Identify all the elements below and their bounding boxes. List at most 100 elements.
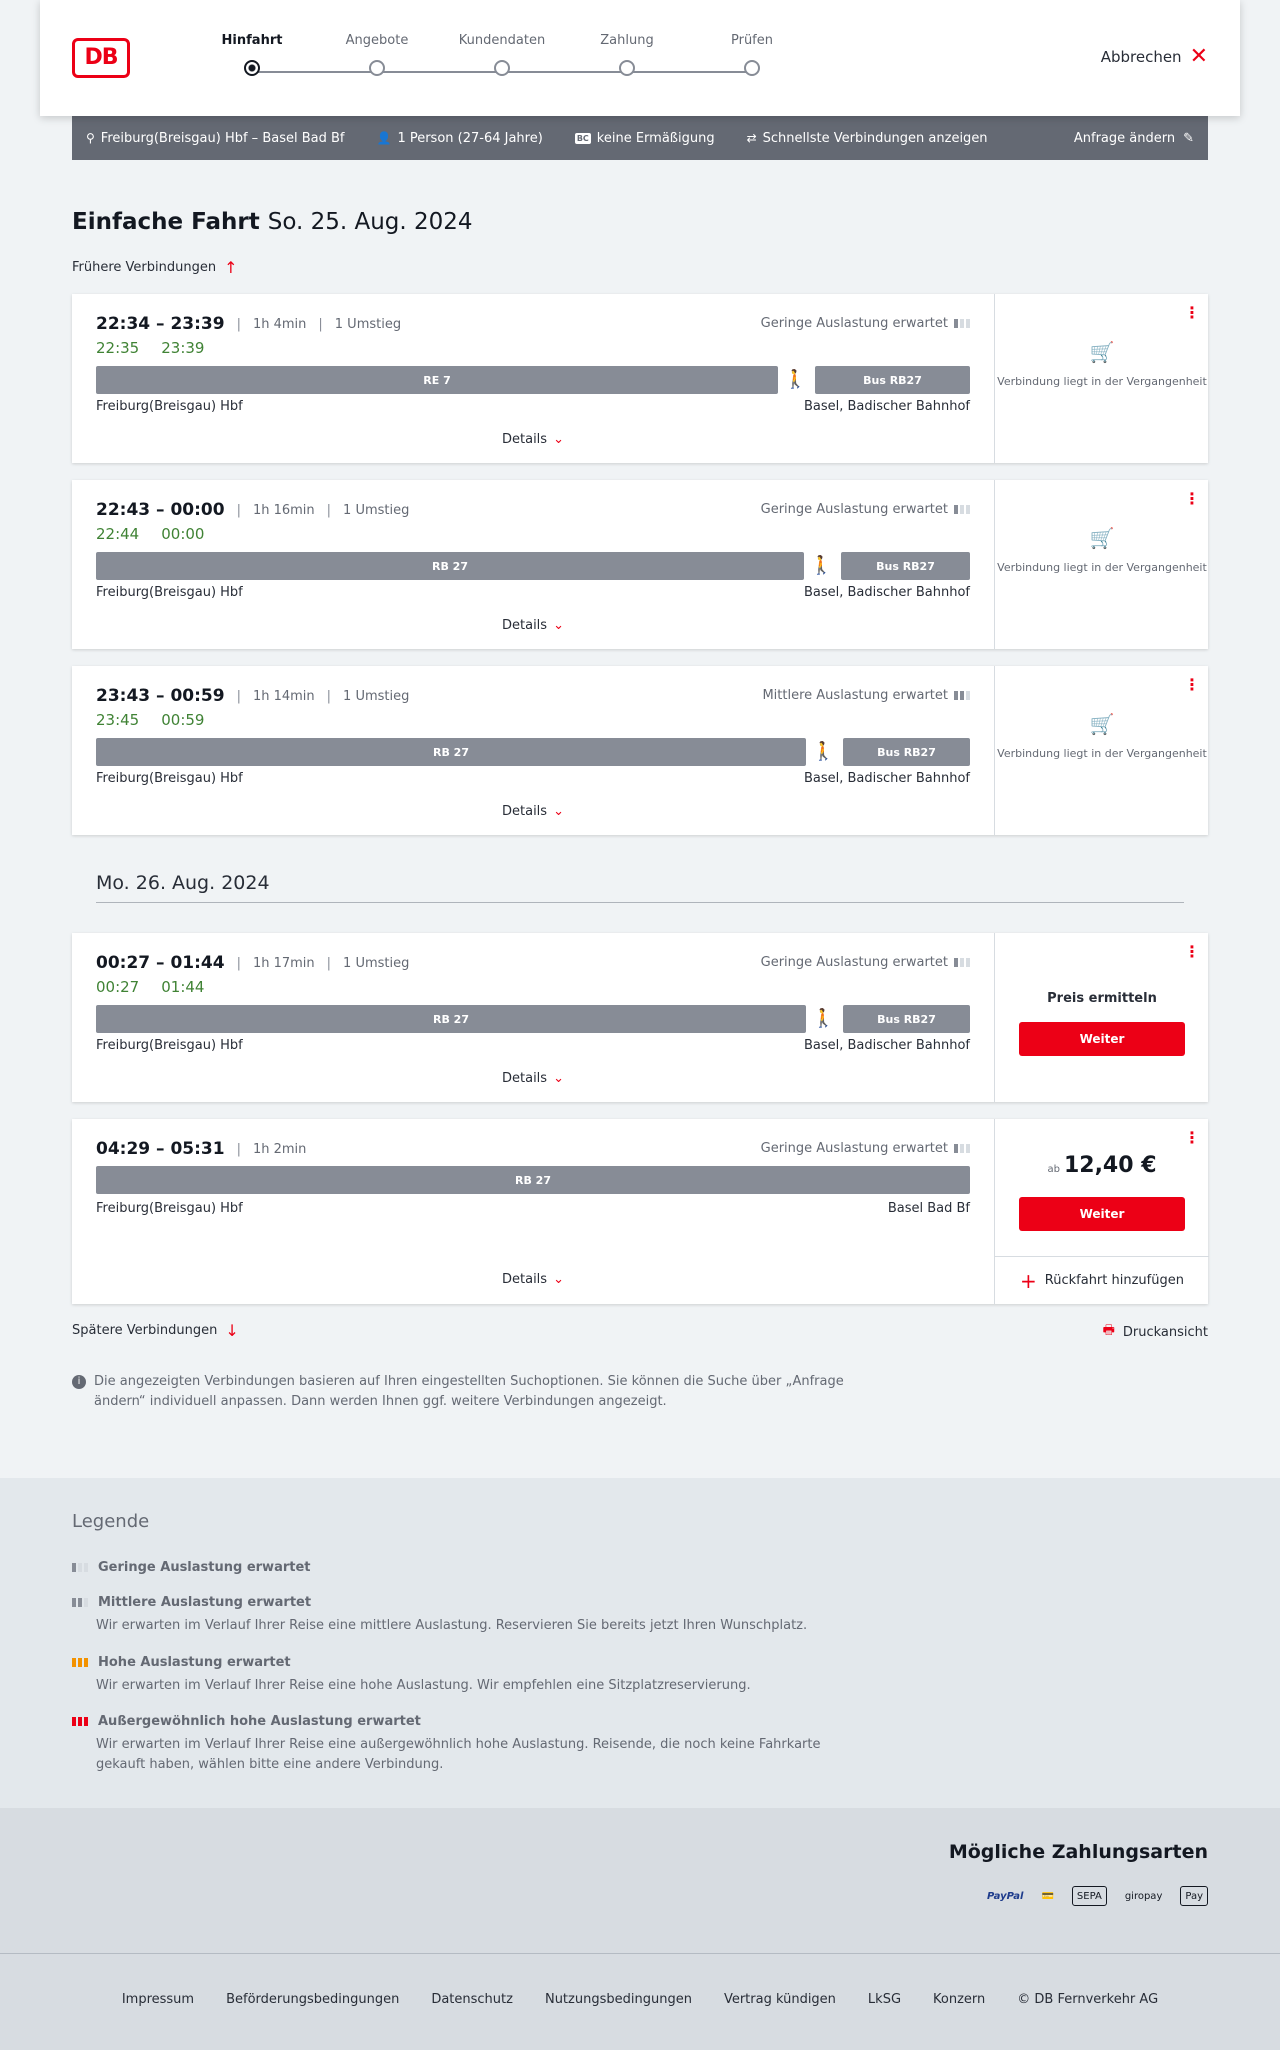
footer-link-datenschutz[interactable]: Datenschutz [431, 1992, 513, 2007]
occupancy-medium-icon [72, 1598, 88, 1607]
realtime-departure: 22:44 [96, 525, 140, 543]
earlier-label: Frühere Verbindungen [72, 260, 217, 275]
connection-card: 04:29 – 05:31 | 1h 2min Geringe Auslastung… [72, 1119, 1209, 1304]
footer-nav: Impressum Beförderungsbedingungen Datens… [0, 1992, 1280, 2007]
step-pruefen: Prüfen [692, 33, 812, 76]
more-options-icon[interactable]: ⋮ [1184, 491, 1200, 507]
duration: 1h 14min [252, 688, 315, 704]
more-options-icon[interactable]: ⋮ [1184, 944, 1200, 960]
later-label: Spätere Verbindungen [72, 1323, 218, 1338]
legend-item-high: Hohe Auslastung erwartet Wir erwarten im… [72, 1655, 872, 1696]
departure-station: Freiburg(Breisgau) Hbf [96, 399, 243, 414]
arrival-station: Basel, Badischer Bahnhof [803, 585, 970, 600]
details-label: Details [502, 618, 548, 633]
passenger-text: 1 Person (27-64 Jahre) [397, 130, 543, 146]
connection-card: 22:43 – 00:00 | 1h 16min | 1 Umstieg 22:44 00… [72, 480, 1208, 649]
abort-button[interactable]: Abbrechen ✕ [1101, 46, 1208, 68]
print-view-link[interactable]: 🖶 Druckansicht [1103, 1321, 1208, 1343]
past-connection-notice: 🛒 Verbindung liegt in der Vergangenheit [995, 714, 1209, 762]
details-toggle[interactable]: Details ⌄ [72, 1272, 994, 1287]
connection-times: 23:43 – 00:59 | 1h 14min | 1 Umstieg [96, 686, 409, 706]
duration: 1h 16min [252, 502, 315, 518]
footer-link-befoerderungsbedingungen[interactable]: Beförderungsbedingungen [226, 1992, 399, 2007]
change-request-button[interactable]: Anfrage ändern ✎ [1074, 131, 1194, 146]
connection-main: 22:34 – 23:39 | 1h 4min | 1 Umstieg 22:35 23:… [72, 294, 994, 463]
step-hinfahrt: Hinfahrt [192, 33, 312, 76]
connection-card: 22:34 – 23:39 | 1h 4min | 1 Umstieg 22:35 23:… [72, 294, 1208, 463]
occupancy-low-icon [72, 1563, 88, 1572]
bus-segment[interactable]: Bus RB27 [843, 738, 970, 766]
legend-item-title: Außergewöhnlich hohe Auslastung erwartet [98, 1714, 421, 1729]
more-options-icon[interactable]: ⋮ [1184, 1130, 1200, 1146]
price-pending-label: Preis ermitteln [1047, 991, 1157, 1006]
footer-link-impressum[interactable]: Impressum [122, 1992, 194, 2007]
changes: 1 Umstieg [343, 502, 410, 518]
step-label: Zahlung [600, 33, 654, 48]
train-segment[interactable]: RB 27 [96, 1166, 970, 1194]
changes: 1 Umstieg [343, 955, 410, 971]
more-options-icon[interactable]: ⋮ [1184, 305, 1200, 321]
train-segment[interactable]: RE 7 [96, 366, 778, 394]
connection-offer: ⋮ ab 12,40 € Weiter + Rückfahrt hinzufügen [994, 1119, 1209, 1304]
connection-meta: | 1h 16min | 1 Umstieg [236, 502, 410, 518]
continue-button[interactable]: Weiter [1019, 1022, 1185, 1056]
travel-date: So. 25. Aug. 2024 [267, 209, 473, 235]
legend-title: Legende [72, 1511, 150, 1532]
details-label: Details [502, 432, 548, 447]
connection-meta: | 1h 4min | 1 Umstieg [236, 316, 402, 332]
footer-link-vertrag-kuendigen[interactable]: Vertrag kündigen [724, 1992, 836, 2007]
footer-link-nutzungsbedingungen[interactable]: Nutzungsbedingungen [545, 1992, 692, 2007]
train-segment[interactable]: RB 27 [96, 552, 804, 580]
chevron-down-icon: ⌄ [553, 1272, 564, 1287]
bus-segment[interactable]: Bus RB27 [841, 552, 970, 580]
departure-station: Freiburg(Breisgau) Hbf [96, 771, 243, 786]
more-options-icon[interactable]: ⋮ [1184, 677, 1200, 693]
details-toggle[interactable]: Details ⌄ [72, 432, 994, 447]
details-toggle[interactable]: Details ⌄ [72, 618, 994, 633]
payment-methods: PayPal 💳 SEPA giropay Pay [987, 1884, 1208, 1908]
footer-link-lksg[interactable]: LkSG [868, 1992, 901, 2007]
arrival-station: Basel Bad Bf [887, 1201, 970, 1216]
chevron-down-icon: ⌄ [553, 804, 564, 819]
connection-offer: ⋮ 🛒 Verbindung liegt in der Vergangenheit [994, 294, 1208, 463]
train-segment[interactable]: RB 27 [96, 1005, 806, 1033]
details-toggle[interactable]: Details ⌄ [72, 804, 994, 819]
details-toggle[interactable]: Details ⌄ [72, 1071, 994, 1086]
connection-card: 00:27 – 01:44 | 1h 17min | 1 Umstieg 00:27 01… [72, 933, 1208, 1102]
add-return-button[interactable]: + Rückfahrt hinzufügen [995, 1256, 1209, 1304]
occupancy-high-icon [72, 1658, 88, 1667]
arrival-station: Basel, Badischer Bahnhof [803, 771, 970, 786]
credit-card-icon: 💳 [1041, 1890, 1054, 1902]
bus-segment[interactable]: Bus RB27 [815, 366, 970, 394]
connection-meta: | 1h 14min | 1 Umstieg [236, 688, 410, 704]
step-label: Angebote [345, 33, 409, 48]
train-segment[interactable]: RB 27 [96, 738, 806, 766]
db-logo[interactable]: DB [72, 38, 130, 78]
legend-item-desc: Wir erwarten im Verlauf Ihrer Reise eine… [96, 1737, 821, 1772]
occupancy-text: Mittlere Auslastung erwartet [762, 688, 948, 703]
trip-type: Einfache Fahrt [72, 209, 260, 235]
booking-steps: Hinfahrt Angebote Kundendaten Zahlung Pr… [182, 33, 782, 83]
occupancy-info: Mittlere Auslastung erwartet [762, 688, 970, 703]
later-connections-link[interactable]: Spätere Verbindungen ↓ [72, 1321, 239, 1340]
bus-segment[interactable]: Bus RB27 [843, 1005, 970, 1033]
connection-main: 04:29 – 05:31 | 1h 2min Geringe Auslastung… [72, 1119, 994, 1304]
apple-pay-icon: Pay [1180, 1886, 1208, 1906]
footer-link-konzern[interactable]: Konzern [933, 1992, 985, 2007]
step-kundendaten: Kundendaten [442, 33, 562, 76]
route-info: ⚲ Freiburg(Breisgau) Hbf – Basel Bad Bf [86, 131, 344, 146]
earlier-connections-link[interactable]: Frühere Verbindungen ↑ [72, 258, 238, 277]
realtime-departure: 00:27 [96, 978, 140, 996]
walking-icon: 🚶 [812, 741, 835, 762]
continue-button[interactable]: Weiter [1019, 1197, 1185, 1231]
step-dot-icon [619, 60, 635, 76]
occupancy-text: Geringe Auslastung erwartet [760, 502, 948, 517]
walking-icon: 🚶 [812, 1008, 835, 1029]
details-label: Details [502, 1071, 548, 1086]
legend-item-desc: Wir erwarten im Verlauf Ihrer Reise eine… [96, 1618, 808, 1633]
step-label: Prüfen [730, 33, 773, 48]
print-label: Druckansicht [1122, 1324, 1208, 1340]
change-request-label: Anfrage ändern [1073, 130, 1176, 146]
walking-icon: 🚶 [810, 555, 833, 576]
price-value: 12,40 € [1063, 1153, 1157, 1178]
